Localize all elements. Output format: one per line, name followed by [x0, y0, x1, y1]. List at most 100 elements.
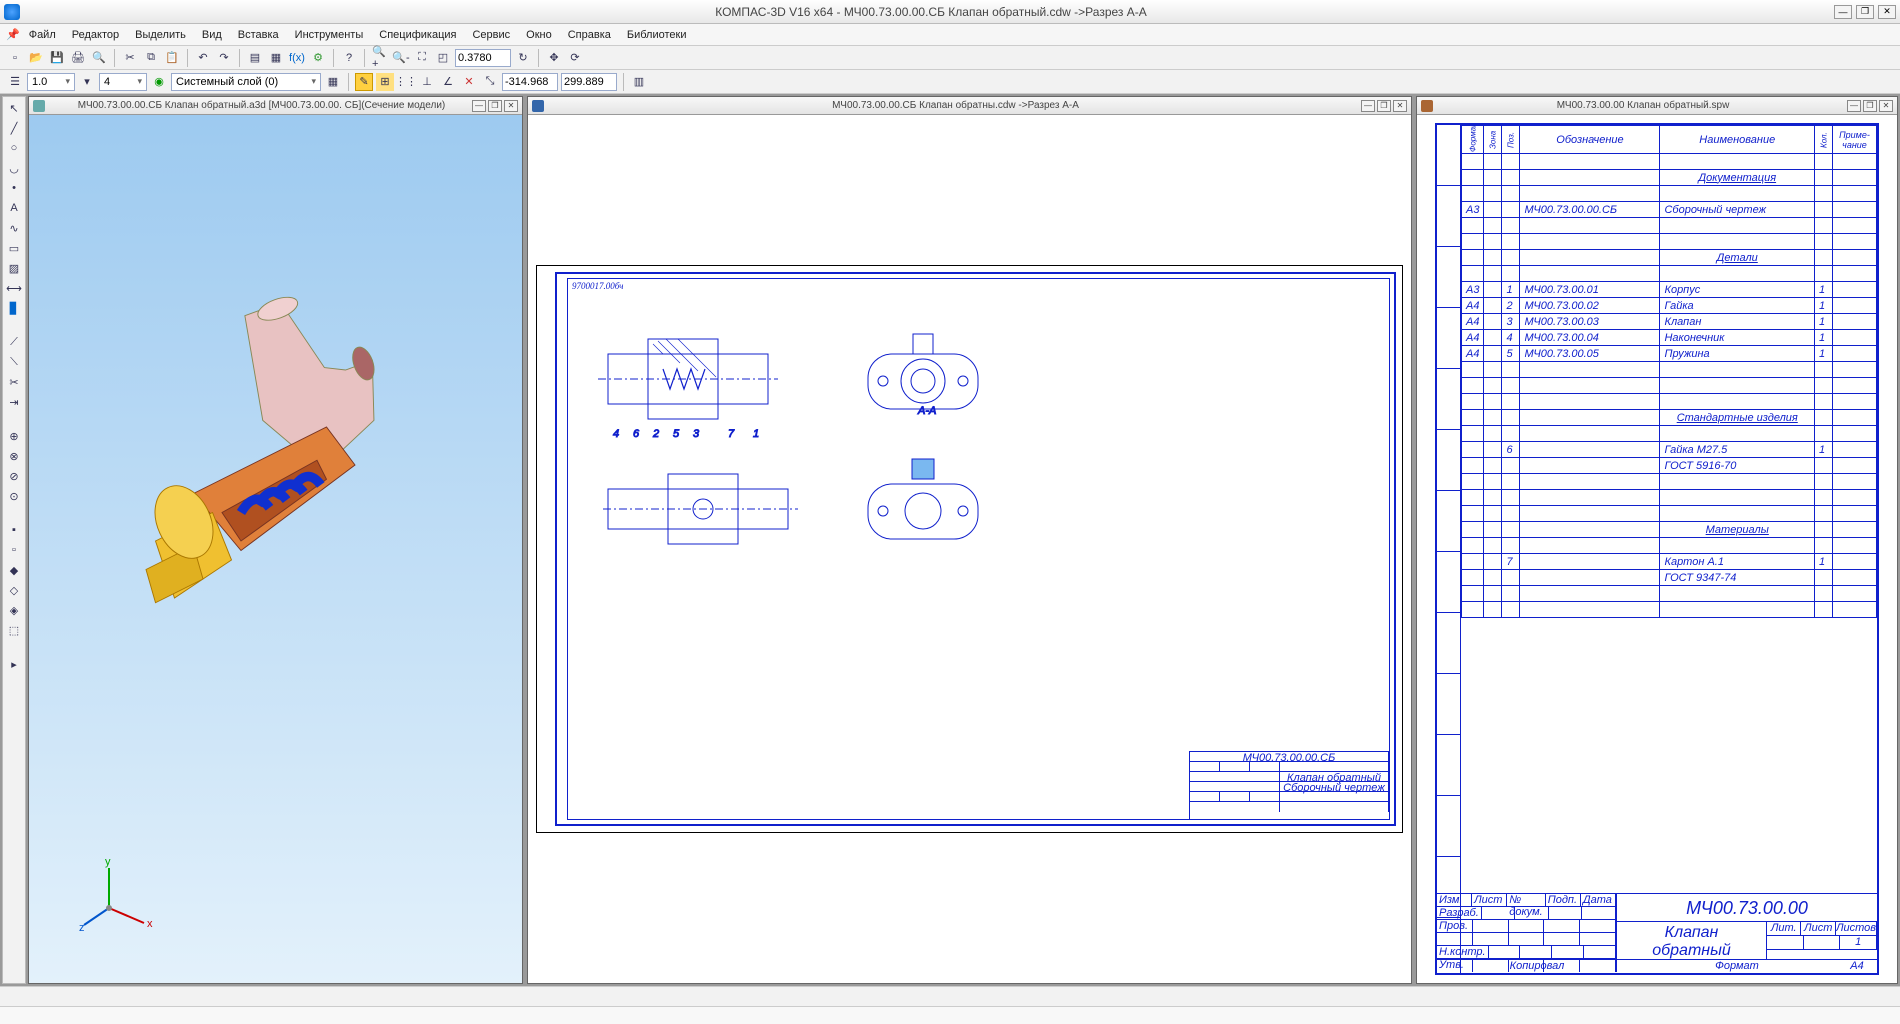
panel1-close[interactable]: ✕	[504, 100, 518, 112]
collapse-icon[interactable]: ▸	[5, 655, 23, 673]
status-bar-2	[0, 1006, 1900, 1024]
misc5-icon[interactable]: ◈	[5, 601, 23, 619]
rotate-icon[interactable]: ⟳	[566, 49, 584, 67]
arc-icon[interactable]: ◡	[5, 159, 23, 177]
layer-color-icon[interactable]: ◉	[150, 73, 168, 91]
misc4-icon[interactable]: ◇	[5, 581, 23, 599]
pan-icon[interactable]: ✥	[545, 49, 563, 67]
coord-x-input[interactable]	[502, 73, 558, 91]
close-button[interactable]: ✕	[1878, 5, 1896, 19]
misc2-icon[interactable]: ▫	[5, 541, 23, 559]
panel2-close[interactable]: ✕	[1393, 100, 1407, 112]
layers-icon[interactable]: ▦	[267, 49, 285, 67]
panel2-min[interactable]: —	[1361, 100, 1375, 112]
point-icon[interactable]: •	[5, 179, 23, 197]
redo-icon[interactable]: ↷	[215, 49, 233, 67]
cut-icon[interactable]: ✂	[121, 49, 139, 67]
zoom-in-icon[interactable]: 🔍+	[371, 49, 389, 67]
zoom-window-icon[interactable]: ◰	[434, 49, 452, 67]
coords-icon[interactable]: ✕	[460, 73, 478, 91]
layers-btn-icon[interactable]: ▦	[324, 73, 342, 91]
refresh-icon[interactable]: ↻	[514, 49, 532, 67]
spec-table: Формат Зона Поз. Обозначение Наименовани…	[1461, 125, 1877, 618]
panel3-max[interactable]: ❐	[1863, 100, 1877, 112]
hatch-icon[interactable]: ▨	[5, 259, 23, 277]
menu-spec[interactable]: Спецификация	[372, 27, 463, 43]
constr1-icon[interactable]: ⊕	[5, 427, 23, 445]
new-icon[interactable]: ▫	[6, 49, 24, 67]
svg-text:2: 2	[652, 428, 659, 440]
misc1-icon[interactable]: ▪	[5, 521, 23, 539]
xy-icon[interactable]: ⤡	[481, 73, 499, 91]
spec-sheet[interactable]: Формат Зона Поз. Обозначение Наименовани…	[1435, 123, 1879, 975]
menu-tools[interactable]: Инструменты	[288, 27, 371, 43]
layer-num-select[interactable]: 4	[99, 73, 147, 91]
panel3-min[interactable]: —	[1847, 100, 1861, 112]
ortho-icon[interactable]: ⊞	[376, 73, 394, 91]
trim-icon[interactable]: ✂	[5, 373, 23, 391]
edit1-icon[interactable]: ⟋	[5, 333, 23, 351]
coord-y-input[interactable]	[561, 73, 617, 91]
fx-icon[interactable]: f(x)	[288, 49, 306, 67]
menu-window[interactable]: Окно	[519, 27, 559, 43]
circle-icon[interactable]: ○	[5, 139, 23, 157]
menu-edit[interactable]: Редактор	[65, 27, 126, 43]
misc3-icon[interactable]: ◆	[5, 561, 23, 579]
panel1-min[interactable]: —	[472, 100, 486, 112]
print-icon[interactable]: 🖨	[69, 49, 87, 67]
highlight-icon[interactable]: ✎	[355, 73, 373, 91]
spec-row: ГОСТ 9347-74	[1462, 570, 1877, 586]
preview-icon[interactable]: 🔍	[90, 49, 108, 67]
minimize-button[interactable]: —	[1834, 5, 1852, 19]
zoom-out-icon[interactable]: 🔍-	[392, 49, 410, 67]
angle-icon[interactable]: ∠	[439, 73, 457, 91]
zoom-input[interactable]	[455, 49, 511, 67]
doc3d-icon	[33, 100, 45, 112]
menu-libraries[interactable]: Библиотеки	[620, 27, 694, 43]
menu-service[interactable]: Сервис	[465, 27, 517, 43]
help-icon[interactable]: ?	[340, 49, 358, 67]
pin-icon[interactable]: 📌	[6, 28, 20, 41]
rect-icon[interactable]: ▭	[5, 239, 23, 257]
zoom-fit-icon[interactable]: ⛶	[413, 49, 431, 67]
constr2-icon[interactable]: ⊗	[5, 447, 23, 465]
menu-insert[interactable]: Вставка	[231, 27, 286, 43]
text-icon[interactable]: A	[5, 199, 23, 217]
menu-view[interactable]: Вид	[195, 27, 229, 43]
panel1-max[interactable]: ❐	[488, 100, 502, 112]
edit2-icon[interactable]: ⟍	[5, 353, 23, 371]
paste-icon[interactable]: 📋	[163, 49, 181, 67]
line-icon[interactable]: ╱	[5, 119, 23, 137]
lineweight-select[interactable]: 1.0	[27, 73, 75, 91]
sheet-icon[interactable]: ▊	[5, 299, 23, 317]
extend-icon[interactable]: ⇥	[5, 393, 23, 411]
save-icon[interactable]: 💾	[48, 49, 66, 67]
constr4-icon[interactable]: ⊙	[5, 487, 23, 505]
undo-icon[interactable]: ↶	[194, 49, 212, 67]
copy-icon[interactable]: ⧉	[142, 49, 160, 67]
open-icon[interactable]: 📂	[27, 49, 45, 67]
menu-select[interactable]: Выделить	[128, 27, 193, 43]
select-icon[interactable]: ↖	[5, 99, 23, 117]
app-logo	[4, 4, 20, 20]
tree-icon[interactable]: ▤	[246, 49, 264, 67]
vars-icon[interactable]: ⚙	[309, 49, 327, 67]
drawing-sheet[interactable]: 9700017.00бч	[536, 265, 1403, 833]
viewport-3d[interactable]: x y z	[29, 115, 522, 983]
panel3-close[interactable]: ✕	[1879, 100, 1893, 112]
table-icon[interactable]: ▥	[630, 73, 648, 91]
layer-down-icon[interactable]: ▾	[78, 73, 96, 91]
spline-icon[interactable]: ∿	[5, 219, 23, 237]
menu-file[interactable]: Файл	[22, 27, 63, 43]
lineweight-icon[interactable]: ☰	[6, 73, 24, 91]
misc6-icon[interactable]: ⬚	[5, 621, 23, 639]
snap-icon[interactable]: ⋮⋮	[397, 73, 415, 91]
grid-icon[interactable]: ⊥	[418, 73, 436, 91]
spec-row: 6Гайка М27.51	[1462, 442, 1877, 458]
dim-icon[interactable]: ⟷	[5, 279, 23, 297]
constr3-icon[interactable]: ⊘	[5, 467, 23, 485]
panel2-max[interactable]: ❐	[1377, 100, 1391, 112]
menu-help[interactable]: Справка	[561, 27, 618, 43]
layer-select[interactable]: Системный слой (0)	[171, 73, 321, 91]
maximize-button[interactable]: ❐	[1856, 5, 1874, 19]
